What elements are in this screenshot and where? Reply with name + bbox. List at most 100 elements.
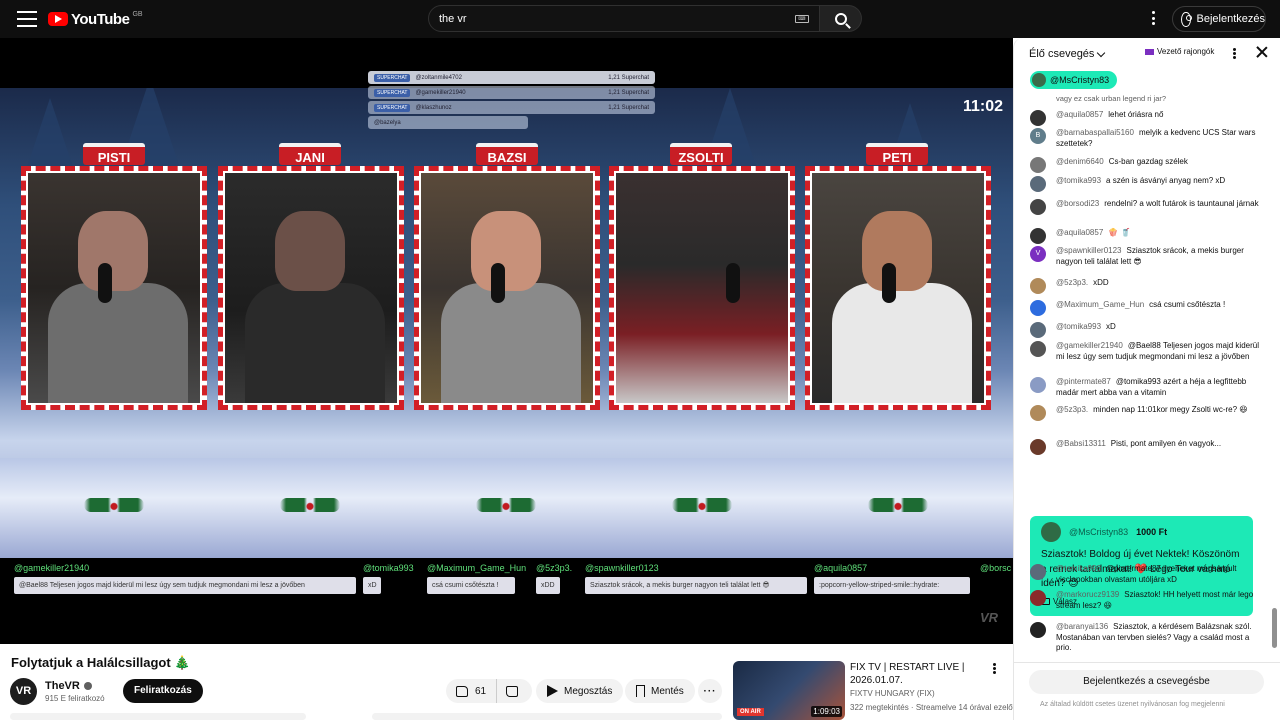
search-bar: the vr ⌨ xyxy=(428,5,862,32)
dislike-button[interactable] xyxy=(497,685,527,697)
bookmark-icon xyxy=(636,685,645,697)
message-text: xDD xyxy=(1093,278,1109,287)
message-author[interactable]: @5z3p3. xyxy=(1056,405,1088,414)
avatar[interactable] xyxy=(1030,228,1046,244)
cam-frame-peti xyxy=(805,166,991,410)
avatar[interactable]: B xyxy=(1030,128,1046,144)
superchat-amount: 1,21 Superchat xyxy=(608,89,649,96)
share-icon xyxy=(547,685,558,697)
ticker-user: @spawnkiller0123 xyxy=(585,563,659,573)
channel-watermark: VR xyxy=(980,610,999,625)
chat-sign-in-button[interactable]: Bejelentkezés a csevegésbe xyxy=(1029,670,1264,694)
message-author[interactable]: @tomika993 xyxy=(1056,176,1101,185)
message-author[interactable]: @aquila0857 xyxy=(1056,110,1103,119)
message-text: 🍿 🥤 xyxy=(1108,228,1131,237)
avatar[interactable] xyxy=(1030,405,1046,421)
superchat-user: @zoltanmile4702 xyxy=(415,74,462,81)
stream-clock: 11:02 xyxy=(963,98,1004,115)
message-author[interactable]: @tomika993 xyxy=(1056,322,1101,331)
message-author[interactable]: @Maximum_Game_Hun xyxy=(1056,300,1144,309)
search-input[interactable]: the vr ⌨ xyxy=(428,5,820,32)
chat-message: @Maximum_Game_Hun csá csumi csőtészta ! xyxy=(1030,300,1262,316)
save-label: Mentés xyxy=(651,685,684,697)
avatar[interactable]: V xyxy=(1030,246,1046,262)
cam-name-pisti: PISTI xyxy=(83,143,145,165)
superchat-row: SUPERCHAT @klaszhunoz 1,21 Superchat xyxy=(368,101,655,114)
video-duration: 1:09:03 xyxy=(811,706,842,717)
stream-chat-ticker: @gamekiller21940 @Bael88 Teljesen jogos … xyxy=(14,563,1013,599)
message-author[interactable]: @borsodi23 xyxy=(1056,199,1099,208)
message-text: a szén is ásványi anyag nem? xD xyxy=(1106,176,1226,185)
chat-message: @tomika993 @pintermate87 ilyeneket megsár… xyxy=(1030,564,1262,585)
message-author[interactable]: @aquila0857 xyxy=(1056,228,1103,237)
like-button[interactable]: 61 xyxy=(446,679,498,703)
video-player[interactable]: SUPERCHAT @zoltanmile4702 1,21 Superchat S… xyxy=(0,38,1013,644)
chat-more-icon[interactable] xyxy=(1233,48,1236,59)
avatar[interactable] xyxy=(1030,377,1046,393)
description-placeholder xyxy=(10,713,306,720)
avatar[interactable] xyxy=(1030,564,1046,580)
country-code: GB xyxy=(132,10,143,18)
top-fans-button[interactable]: Vezető rajongók xyxy=(1145,47,1214,56)
subscribe-button[interactable]: Feliratkozás xyxy=(123,679,203,703)
chat-message: @aquila0857 🍿 🥤 xyxy=(1030,228,1262,244)
pinned-superchat-chip[interactable]: @MsCristyn83 xyxy=(1030,71,1118,89)
chat-message: @tomika993 xD xyxy=(1030,322,1262,338)
recommended-video-channel[interactable]: FIXTV HUNGARY (FIX) xyxy=(850,689,935,698)
keyboard-icon[interactable]: ⌨ xyxy=(795,14,809,23)
avatar[interactable] xyxy=(1030,176,1046,192)
top-fans-label: Vezető rajongók xyxy=(1157,47,1215,56)
chat-message: @borsodi23 rendelni? a wolt futárok is ta… xyxy=(1030,199,1262,215)
message-author[interactable]: @gamekiller21940 xyxy=(1056,341,1123,350)
sign-in-button[interactable]: Bejelentkezés xyxy=(1172,6,1266,32)
chat-mode-dropdown[interactable]: Élő csevegés xyxy=(1029,48,1106,60)
close-icon[interactable] xyxy=(1256,46,1268,58)
chat-messages[interactable]: vagy ez csak urban legend ri jar? @aquil… xyxy=(1014,94,1269,662)
message-author[interactable]: @Babsi13311 xyxy=(1056,439,1106,448)
avatar[interactable] xyxy=(1030,300,1046,316)
message-author[interactable]: @5z3p3. xyxy=(1056,278,1088,287)
chat-message: @Babsi13311 Pisti, pont amilyen én vagyok… xyxy=(1030,439,1262,455)
avatar[interactable] xyxy=(1030,278,1046,294)
recommended-more-icon[interactable] xyxy=(993,663,996,674)
message-author[interactable]: @markorucz9139 xyxy=(1056,590,1119,599)
channel-name[interactable]: TheVR xyxy=(45,680,92,692)
superchat-amount: 1000 Ft xyxy=(1136,527,1168,537)
avatar[interactable] xyxy=(1030,341,1046,357)
message-author[interactable]: @denim6640 xyxy=(1056,157,1104,166)
message-author[interactable]: @tomika993 xyxy=(1056,564,1101,573)
holly-decoration xyxy=(84,498,144,512)
ticker-message: @Bael88 Teljesen jogos majd kiderül mi l… xyxy=(14,577,356,594)
avatar xyxy=(1041,522,1061,542)
superchat-row: @bazelya xyxy=(368,116,528,129)
share-button[interactable]: Megosztás xyxy=(536,679,624,703)
avatar[interactable] xyxy=(1030,622,1046,638)
avatar[interactable] xyxy=(1030,439,1046,455)
holly-decoration xyxy=(280,498,340,512)
recommended-video-thumbnail[interactable]: ON AIR 1:09:03 xyxy=(733,661,845,720)
message-author[interactable]: @spawnkiller0123 xyxy=(1056,246,1122,255)
recommended-video-title[interactable]: FIX TV | RESTART LIVE | 2026.01.07. xyxy=(850,661,990,687)
chat-message: @denim6640 Cs-ban gazdag szélek xyxy=(1030,157,1262,173)
message-author[interactable]: @baranyai136 xyxy=(1056,622,1108,631)
avatar[interactable] xyxy=(1030,322,1046,338)
message-author[interactable]: @barnabaspallai5160 xyxy=(1056,128,1134,137)
settings-more-icon[interactable] xyxy=(1152,11,1156,25)
cam-name-jani: JANI xyxy=(279,143,341,165)
more-actions-button[interactable]: ··· xyxy=(698,679,722,703)
avatar[interactable] xyxy=(1030,157,1046,173)
superchat-user: @klaszhunoz xyxy=(415,104,452,111)
menu-icon[interactable] xyxy=(17,11,37,27)
avatar[interactable] xyxy=(1030,590,1046,606)
channel-avatar[interactable]: VR xyxy=(10,678,37,705)
avatar[interactable] xyxy=(1030,110,1046,126)
chat-message: @5z3p3. minden nap 11:01kor megy Zsolti w… xyxy=(1030,405,1262,421)
cam-frame-bazsi xyxy=(414,166,600,410)
chat-scrollbar[interactable] xyxy=(1272,608,1277,648)
youtube-logo[interactable]: YouTube GB xyxy=(48,11,143,28)
avatar[interactable] xyxy=(1030,199,1046,215)
message-author[interactable]: @pintermate87 xyxy=(1056,377,1111,386)
save-button[interactable]: Mentés xyxy=(625,679,695,703)
chat-public-note: Az általad küldött csetes üzenet nyilván… xyxy=(1040,701,1225,708)
search-button[interactable] xyxy=(820,5,862,32)
